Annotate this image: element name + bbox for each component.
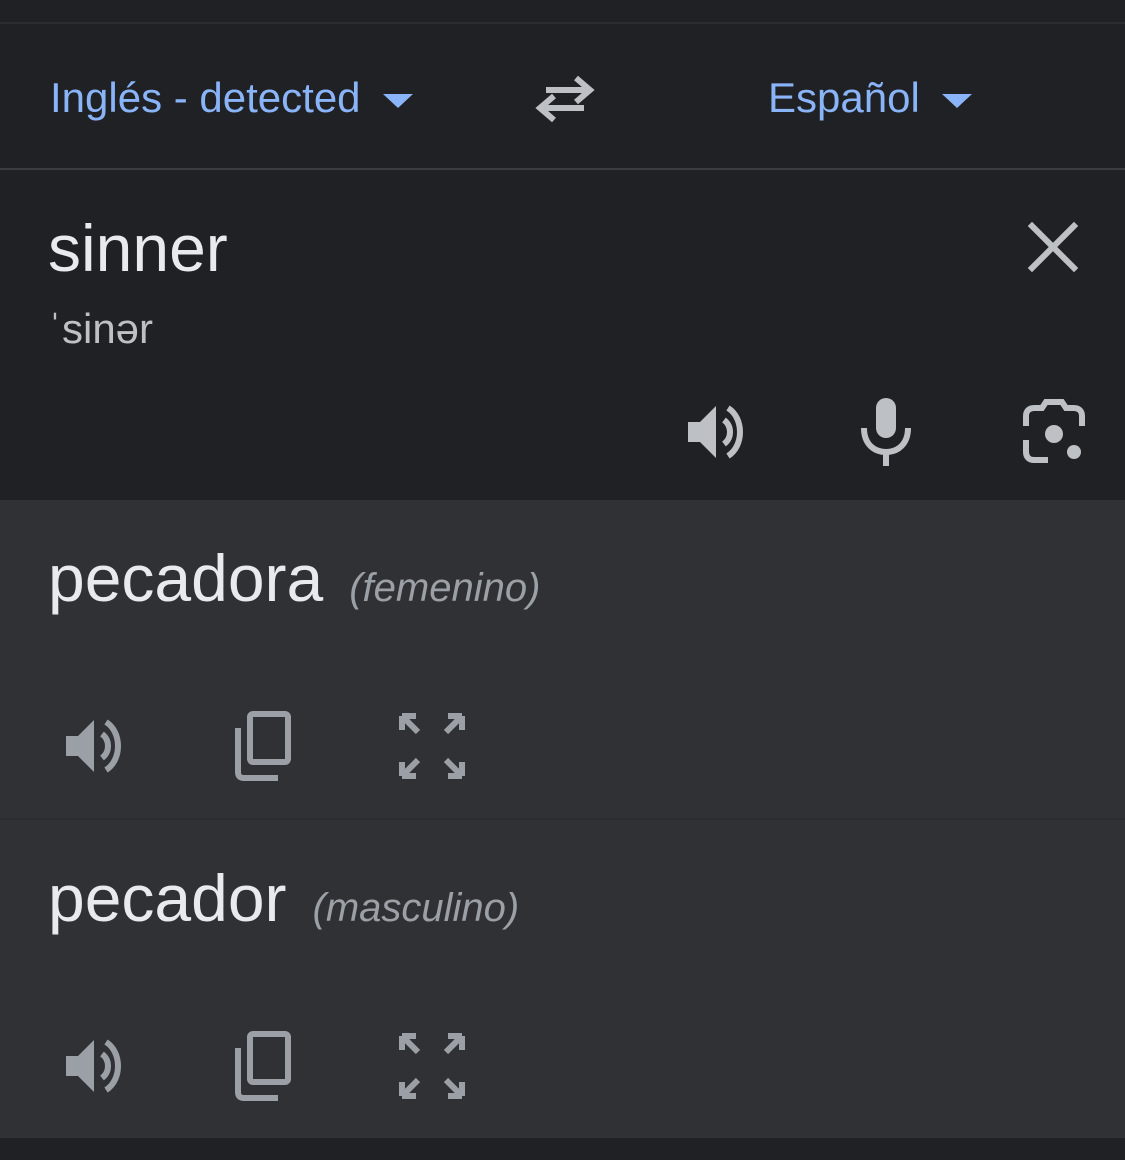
caret-down-icon: [941, 94, 972, 108]
copy-translation-button[interactable]: [228, 710, 300, 782]
speaker-icon: [66, 719, 121, 773]
translation-result-card: pecador (masculino): [0, 820, 1125, 1138]
source-text[interactable]: sinner: [48, 208, 228, 288]
voice-input-button[interactable]: [850, 396, 922, 468]
speaker-icon: [66, 1039, 121, 1093]
close-icon: [1027, 221, 1079, 273]
listen-translation-button[interactable]: [60, 710, 132, 782]
gender-label: (masculino): [312, 886, 520, 930]
listen-source-button[interactable]: [682, 396, 754, 468]
source-input-panel[interactable]: sinner ˈsinər: [0, 170, 1125, 498]
fullscreen-translation-button[interactable]: [396, 1030, 468, 1102]
language-bar: Inglés - detected Español: [0, 24, 1125, 170]
fullscreen-translation-button[interactable]: [396, 710, 468, 782]
bottom-strip: [0, 1138, 1125, 1160]
camera-lens-icon: [1023, 399, 1085, 463]
listen-translation-button[interactable]: [60, 1030, 132, 1102]
speaker-icon: [688, 405, 743, 459]
microphone-icon: [861, 398, 911, 466]
target-language-selector[interactable]: Español: [768, 74, 972, 122]
fullscreen-icon: [399, 713, 465, 779]
translation-word[interactable]: pecador: [48, 858, 287, 938]
translation-line: pecador (masculino): [48, 858, 519, 938]
copy-icon: [235, 711, 291, 781]
swap-arrows-icon: [535, 75, 595, 123]
fullscreen-icon: [399, 1033, 465, 1099]
copy-translation-button[interactable]: [228, 1030, 300, 1102]
source-phonetic: ˈsinər: [48, 305, 154, 352]
clear-text-button[interactable]: [1020, 214, 1086, 280]
copy-icon: [235, 1031, 291, 1101]
translation-word[interactable]: pecadora: [48, 538, 323, 618]
swap-languages-button[interactable]: [530, 70, 600, 126]
source-language-label: Inglés - detected: [50, 74, 361, 121]
source-language-selector[interactable]: Inglés - detected: [50, 74, 413, 122]
caret-down-icon: [382, 94, 413, 108]
target-language-label: Español: [768, 74, 920, 121]
translation-line: pecadora (femenino): [48, 538, 540, 618]
top-status-strip: [0, 0, 1125, 24]
gender-label: (femenino): [349, 566, 541, 610]
camera-translate-button[interactable]: [1018, 396, 1090, 468]
translation-result-card: pecadora (femenino): [0, 500, 1125, 818]
